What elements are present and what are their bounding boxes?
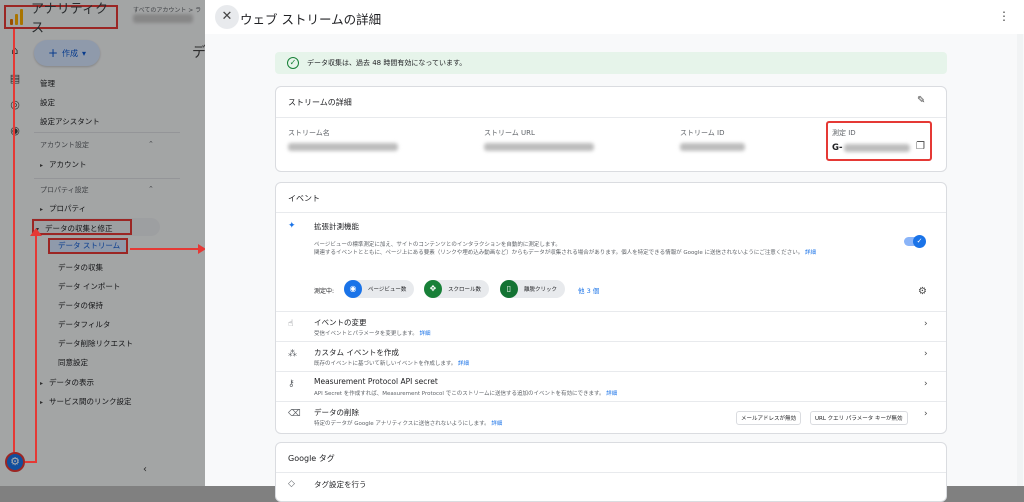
arrowhead-up-icon [30, 228, 42, 236]
key-icon: ⚷ [288, 379, 295, 389]
sparkle-icon: ✦ [288, 221, 296, 231]
create-event-row[interactable]: ⁂ カスタム イベントを作成 既存のイベントに基づいて新しいイベントを作成します… [276, 341, 946, 371]
stream-url-value [484, 143, 594, 151]
copy-icon[interactable]: ❐ [916, 141, 925, 152]
divider [276, 472, 946, 473]
eraser-icon: ⌫ [288, 409, 301, 419]
card-title: Google タグ [288, 454, 335, 463]
tag-settings-row[interactable]: タグ設定を行う [314, 479, 367, 490]
measurement-id-box: 測定 ID G- ❐ [826, 121, 932, 161]
chevron-right-icon: › [924, 349, 928, 359]
close-icon[interactable]: ✕ [215, 5, 239, 29]
measuring-label: 測定中: [314, 288, 335, 295]
touch-icon: ☝ [288, 319, 294, 329]
annotation-line [130, 248, 200, 250]
chip-pageviews[interactable]: ◉ ページビュー数 [344, 280, 415, 298]
data-redaction-row[interactable]: ⌫ データの削除 特定のデータが Google アナリティクスに送信されないよう… [276, 401, 946, 431]
chevron-right-icon: › [924, 379, 928, 389]
divider [276, 117, 946, 118]
annotation-line [35, 233, 37, 462]
check-icon: ✓ [913, 235, 926, 248]
chevron-right-icon: › [924, 319, 928, 329]
annotation-line [25, 461, 37, 463]
divider [276, 212, 946, 213]
learn-more-link[interactable]: 詳細 [805, 250, 816, 256]
enhanced-measurement-title: 拡張計測機能 [314, 222, 359, 231]
measurement-id-value[interactable]: G- [832, 143, 843, 153]
stream-name-value [288, 143, 398, 151]
card-title: イベント [288, 194, 320, 203]
more-events-link[interactable]: 他 3 個 [578, 285, 599, 295]
stream-id-value [680, 143, 745, 151]
chevron-right-icon: › [924, 409, 928, 419]
measurement-protocol-row[interactable]: ⚷ Measurement Protocol API secret API Se… [276, 371, 946, 401]
enhanced-desc-1: ページビューの標準測定に加え、サイトのコンテンツとのインタラクションを自動的に測… [314, 242, 561, 248]
magic-icon: ⁂ [288, 349, 297, 359]
measurement-id-blurred [844, 144, 910, 152]
settings-gear-icon[interactable]: ⚙ [918, 286, 927, 297]
stream-url-label: ストリーム URL [484, 129, 535, 137]
more-vert-icon[interactable]: ⋮ [998, 9, 1010, 23]
card-title: ストリームの詳細 [288, 98, 352, 107]
check-circle-icon: ✓ [287, 57, 299, 69]
chip-outbound-clicks[interactable]: ▯ 離脱クリック [500, 280, 566, 298]
drawer-header: ✕ ウェブ ストリームの詳細 ⋮ [205, 0, 1024, 34]
status-banner: ✓ データ収集は、過去 48 時間有効になっています。 [275, 52, 947, 74]
scroll-icon: ✥ [424, 280, 442, 298]
tag-icon: ◇ [288, 479, 295, 489]
mouse-icon: ▯ [500, 280, 518, 298]
chip-scrolls[interactable]: ✥ スクロール数 [424, 280, 490, 298]
enhanced-toggle[interactable]: ✓ [904, 235, 926, 248]
email-disabled-badge: メールアドレスが無効 [736, 411, 802, 425]
google-tag-card: Google タグ ◇ タグ設定を行う [275, 442, 947, 502]
modify-events-row[interactable]: ☝ イベントの変更 受信イベントとパラメータを変更します。 詳細 › [276, 311, 946, 341]
edit-icon[interactable]: ✎ [917, 95, 925, 106]
measurement-id-label: 測定 ID [832, 129, 856, 137]
stream-id-label: ストリーム ID [680, 129, 725, 137]
stream-name-label: ストリーム名 [288, 129, 330, 137]
eye-icon: ◉ [344, 280, 362, 298]
events-card: イベント ✦ 拡張計測機能 ページビューの標準測定に加え、サイトのコンテンツとの… [275, 182, 947, 434]
url-query-disabled-badge: URL クエリ パラメータ キーが無効 [810, 411, 908, 425]
annotation-line [13, 29, 15, 452]
scrollbar[interactable] [1017, 34, 1023, 486]
enhanced-desc-2: 関連するイベントとともに、ページ上にある要素（リンクや埋め込み動画など）からもデ… [314, 250, 817, 256]
annotation-line [13, 450, 15, 452]
drawer-title: ウェブ ストリームの詳細 [240, 12, 382, 27]
stream-details-drawer: ✕ ウェブ ストリームの詳細 ⋮ ✓ データ収集は、過去 48 時間有効になって… [205, 0, 1024, 502]
stream-details-card: ストリームの詳細 ✎ ストリーム名 ストリーム URL ストリーム ID 測定 … [275, 86, 947, 172]
